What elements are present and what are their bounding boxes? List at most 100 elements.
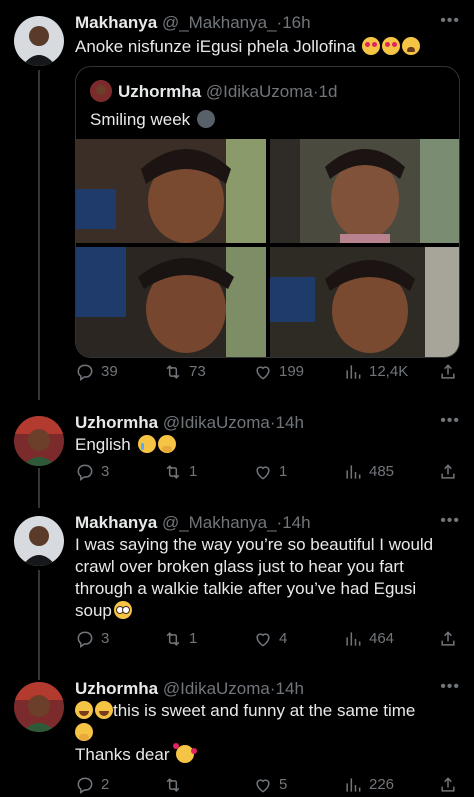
- tweet[interactable]: Makhanya @_Makhanya_·14h ••• I was sayin…: [0, 512, 474, 662]
- avatar[interactable]: [14, 416, 64, 466]
- tweet-text-line: this is sweet and funny at the same time: [75, 700, 454, 722]
- tweet[interactable]: Makhanya @_Makhanya_·16h ••• Anoke nisfu…: [0, 12, 474, 397]
- crying-face-emoji-icon: [137, 435, 156, 453]
- tweet-header: Uzhormha @IdikaUzoma·14h: [75, 678, 434, 700]
- tweet-header: Makhanya @_Makhanya_·16h: [75, 12, 434, 34]
- more-icon[interactable]: •••: [440, 13, 460, 29]
- views-icon: [346, 778, 361, 792]
- photo-1[interactable]: [76, 139, 266, 243]
- more-icon[interactable]: •••: [440, 679, 460, 695]
- timestamp[interactable]: 14h: [276, 413, 304, 432]
- retweet-icon: [166, 778, 180, 792]
- heart-icon: [256, 366, 270, 380]
- timestamp[interactable]: 14h: [282, 513, 310, 532]
- retweet-button[interactable]: 1: [163, 460, 197, 484]
- user-handle[interactable]: @_Makhanya_: [162, 13, 277, 32]
- timestamp[interactable]: 14h: [276, 679, 304, 698]
- retweet-icon: [166, 465, 180, 479]
- retweet-count: 73: [189, 363, 206, 380]
- share-button[interactable]: [438, 773, 458, 797]
- retweet-icon: [166, 632, 180, 646]
- avatar[interactable]: [14, 16, 64, 66]
- reply-count: 39: [101, 363, 118, 380]
- timestamp[interactable]: 16h: [282, 13, 310, 32]
- retweet-button[interactable]: 73: [163, 360, 206, 384]
- share-button[interactable]: [438, 460, 458, 484]
- user-handle[interactable]: @_Makhanya_: [162, 513, 277, 532]
- tweet-actions: 3 1 1 485: [75, 460, 458, 484]
- quoted-tweet-header: Uzhormha @IdikaUzoma·1d: [90, 80, 337, 102]
- heart-icon: [256, 779, 270, 793]
- tweet-text-content: Anoke nisfunze iEgusi phela Jollofina: [75, 37, 356, 56]
- views-icon: [346, 365, 361, 379]
- like-button[interactable]: 199: [253, 360, 304, 384]
- tweet-text-content: this is sweet and funny at the same time: [113, 701, 416, 720]
- tweet[interactable]: Uzhormha @IdikaUzoma·14h ••• English 3 1…: [0, 412, 474, 494]
- user-handle[interactable]: @IdikaUzoma: [163, 413, 270, 432]
- more-icon[interactable]: •••: [440, 413, 460, 429]
- retweet-icon: [166, 365, 180, 379]
- photo-4[interactable]: [270, 247, 459, 357]
- tweet-text: English: [75, 434, 454, 456]
- retweet-button[interactable]: 1: [163, 627, 197, 651]
- share-button[interactable]: [438, 627, 458, 651]
- quoted-timestamp: 1d: [318, 82, 338, 101]
- display-name[interactable]: Uzhormha: [75, 413, 158, 432]
- quoted-display-name: Uzhormha: [118, 82, 202, 101]
- reply-button[interactable]: 39: [75, 360, 118, 384]
- heart-eyes-emoji-icon: [382, 37, 401, 55]
- view-count: 485: [369, 463, 395, 480]
- tweet[interactable]: Uzhormha @IdikaUzoma·14h ••• this is swe…: [0, 678, 474, 797]
- user-handle[interactable]: @IdikaUzoma: [163, 679, 270, 698]
- view-count: 226: [369, 776, 395, 793]
- display-name[interactable]: Uzhormha: [75, 679, 158, 698]
- like-count: 5: [279, 776, 288, 793]
- tweet-text: I was saying the way you’re so beautiful…: [75, 534, 450, 622]
- smiling-face-with-hearts-emoji-icon: [173, 743, 198, 763]
- quoted-handle: @IdikaUzoma: [205, 82, 313, 101]
- like-count: 4: [279, 630, 288, 647]
- heart-icon: [256, 466, 270, 480]
- media-grid: [76, 139, 459, 357]
- share-button[interactable]: [438, 360, 458, 384]
- like-count: 199: [279, 363, 305, 380]
- photo-2[interactable]: [270, 139, 459, 243]
- avatar[interactable]: [14, 516, 64, 566]
- share-icon: [441, 364, 455, 379]
- views-button[interactable]: 226: [343, 773, 394, 797]
- like-button[interactable]: 5: [253, 773, 287, 797]
- like-button[interactable]: 4: [253, 627, 287, 651]
- quoted-tweet[interactable]: Uzhormha @IdikaUzoma·1d Smiling week: [75, 66, 460, 358]
- display-name[interactable]: Makhanya: [75, 13, 157, 32]
- tweet-text-line: [75, 722, 454, 744]
- tears-of-joy-emoji-icon: [95, 701, 113, 719]
- tweet-text-line: Thanks dear: [75, 743, 454, 766]
- weary-face-emoji-icon: [402, 37, 421, 55]
- quoted-avatar: [90, 80, 112, 102]
- more-icon[interactable]: •••: [440, 513, 460, 529]
- avatar[interactable]: [14, 682, 64, 732]
- tweet-text-content: Thanks dear: [75, 745, 170, 764]
- reply-count: 3: [101, 630, 110, 647]
- new-moon-face-emoji-icon: [196, 110, 215, 128]
- tweet-text: Anoke nisfunze iEgusi phela Jollofina: [75, 36, 454, 58]
- views-button[interactable]: 485: [343, 460, 394, 484]
- reply-icon: [77, 364, 93, 381]
- heart-icon: [256, 633, 270, 647]
- views-button[interactable]: 464: [343, 627, 394, 651]
- share-icon: [441, 464, 455, 479]
- reply-count: 3: [101, 463, 110, 480]
- views-icon: [346, 465, 361, 479]
- retweet-button[interactable]: [163, 773, 189, 797]
- tweet-text: this is sweet and funny at the same time…: [75, 700, 454, 766]
- hand-over-mouth-emoji-icon: [75, 723, 93, 741]
- tweet-header: Makhanya @_Makhanya_·14h: [75, 512, 434, 534]
- display-name[interactable]: Makhanya: [75, 513, 157, 532]
- views-icon: [346, 632, 361, 646]
- reply-button[interactable]: 3: [75, 627, 109, 651]
- photo-3[interactable]: [76, 247, 266, 357]
- reply-button[interactable]: 3: [75, 460, 109, 484]
- reply-button[interactable]: 2: [75, 773, 109, 797]
- views-button[interactable]: 12,4K: [343, 360, 408, 384]
- like-button[interactable]: 1: [253, 460, 287, 484]
